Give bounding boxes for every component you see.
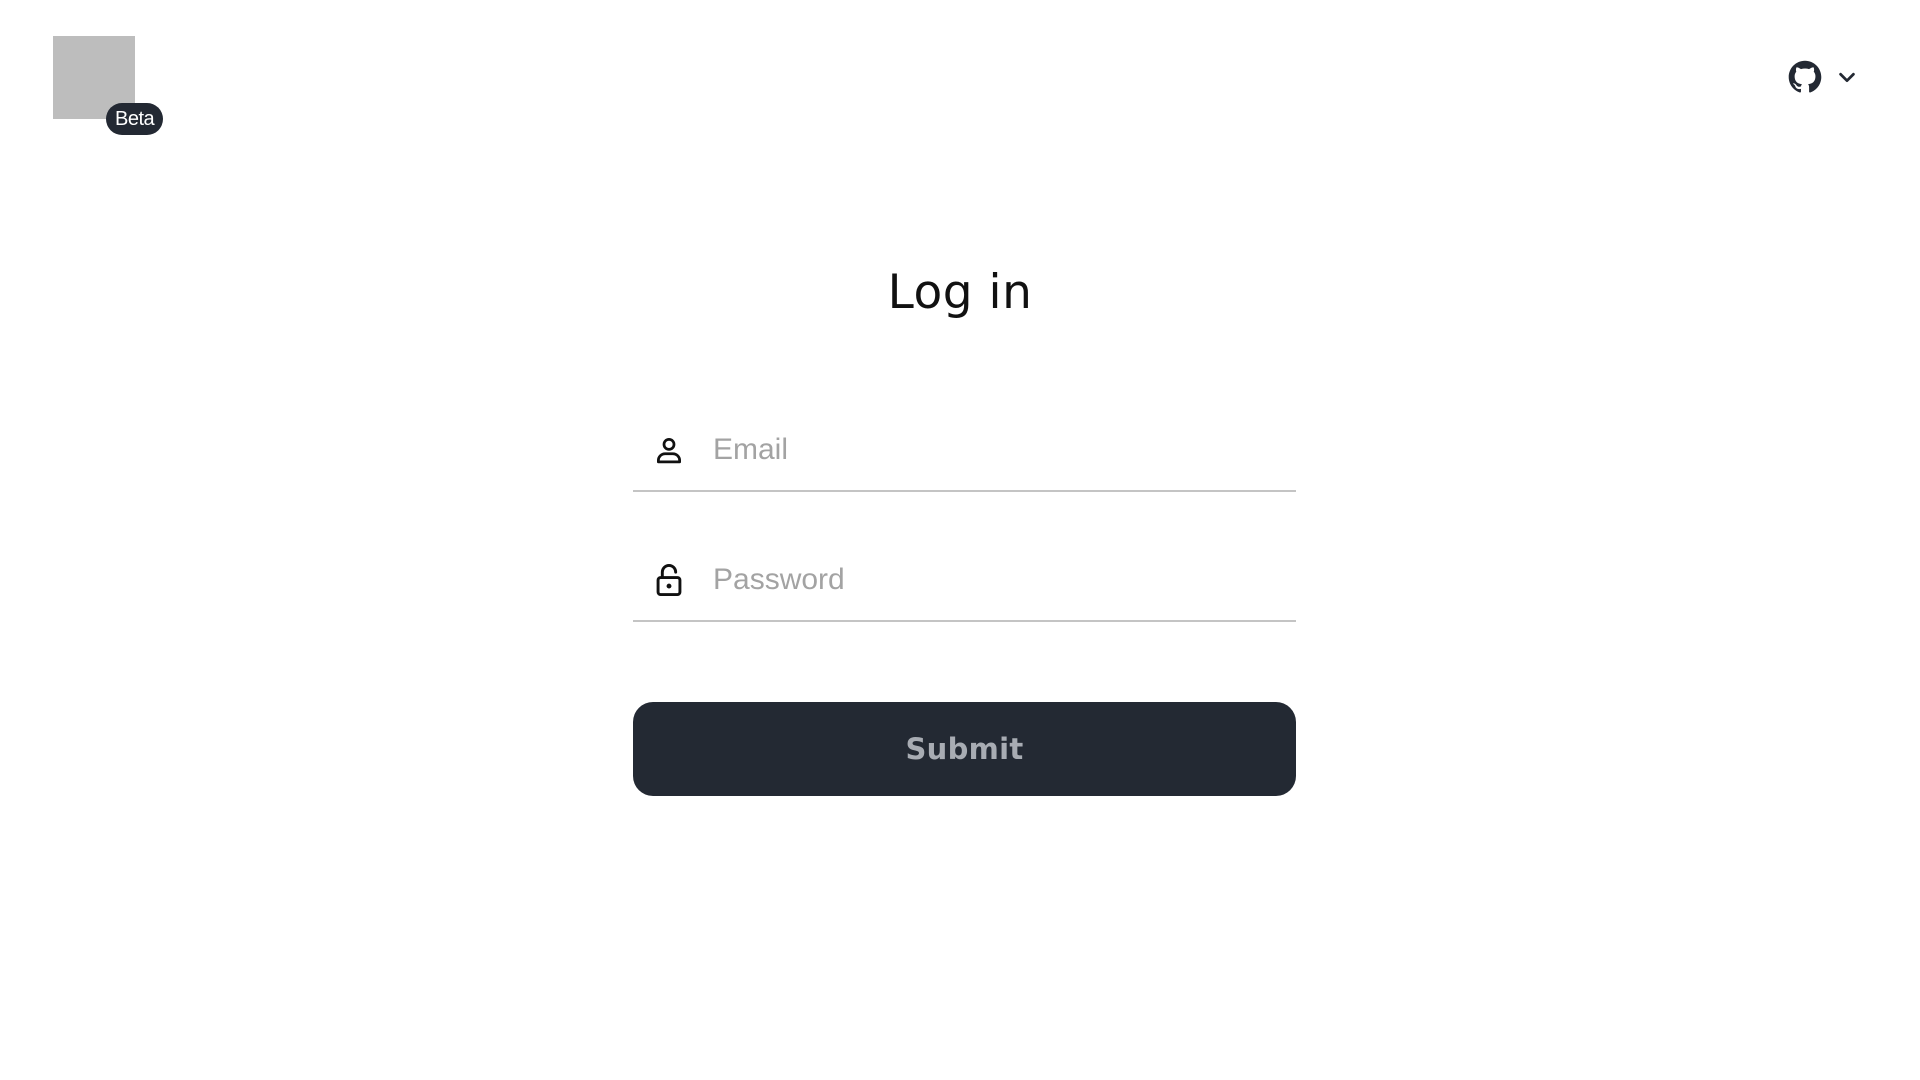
github-icon — [1788, 60, 1822, 94]
page-title: Log in — [887, 265, 1033, 320]
lock-icon — [651, 562, 687, 598]
login-form — [633, 410, 1296, 622]
beta-badge: Beta — [106, 103, 164, 135]
password-field-row — [633, 540, 1296, 622]
submit-button[interactable]: Submit — [633, 702, 1296, 796]
chevron-down-icon — [1836, 66, 1858, 88]
password-input[interactable] — [713, 550, 1296, 610]
email-input[interactable] — [713, 420, 1296, 480]
email-field-row — [633, 410, 1296, 492]
login-page: Beta Log in Email Submit — [0, 0, 1920, 1080]
user-icon — [651, 432, 687, 468]
account-menu-button[interactable] — [1788, 60, 1858, 94]
